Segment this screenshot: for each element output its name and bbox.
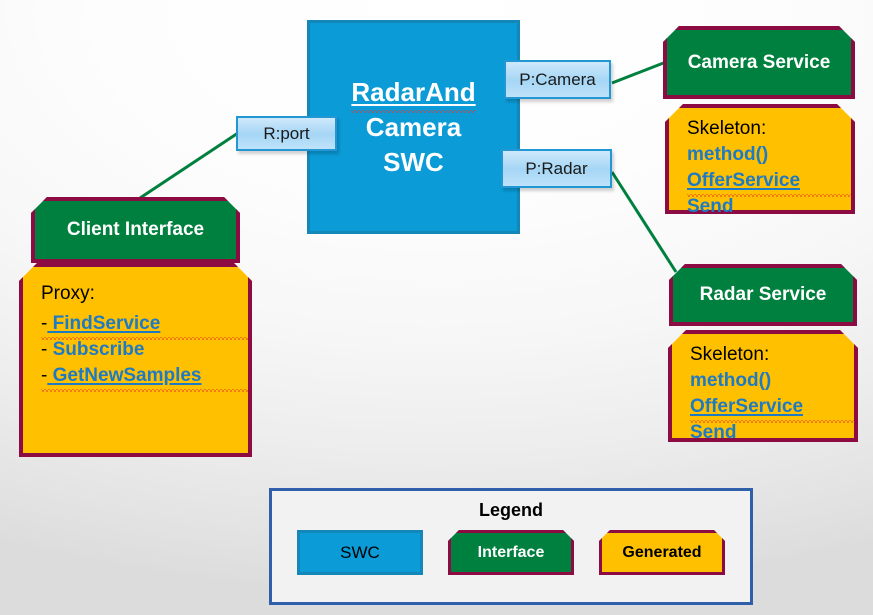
legend-swatch-swc: SWC (297, 530, 423, 575)
port-p-camera[interactable]: P:Camera (504, 60, 611, 99)
camera-skeleton-item-0: method() (687, 144, 769, 165)
legend-swatch-generated: Generated (599, 530, 725, 575)
connector-rport-to-client (139, 131, 239, 200)
radar-service-interface-box[interactable]: Radar Service (669, 264, 857, 326)
client-proxy-item-0-text: FindService (52, 313, 161, 334)
radar-skeleton-header: Skeleton: (690, 344, 770, 365)
legend-panel: Legend SWC Interface Generated (269, 488, 753, 605)
client-proxy-item-1: - Subscribe (41, 337, 248, 363)
diagram-canvas: RadarAnd Camera SWC R:port P:Camera P:Ra… (0, 0, 873, 615)
radar-service-label: Radar Service (699, 284, 827, 305)
legend-swatch-row: SWC Interface Generated (272, 530, 750, 575)
client-proxy-box[interactable]: Proxy: - FindService - Subscribe - GetNe… (19, 263, 252, 457)
port-p-camera-label: P:Camera (519, 69, 596, 89)
client-proxy-item-0: - FindService (41, 311, 248, 337)
connector-pcamera-to-camera (611, 60, 667, 85)
client-interface-box[interactable]: Client Interface (31, 197, 240, 263)
port-p-radar[interactable]: P:Radar (501, 149, 612, 188)
legend-swatch-interface: Interface (448, 530, 574, 575)
legend-swatch-interface-label: Interface (477, 543, 545, 561)
radar-service-skeleton-box[interactable]: Skeleton: method() OfferService Send (668, 330, 858, 442)
client-proxy-item-1-text: Subscribe (52, 339, 145, 360)
port-p-radar-label: P:Radar (525, 158, 588, 178)
client-proxy-item-1-dash: - (41, 339, 48, 360)
client-proxy-item-2-text: GetNewSamples (52, 365, 202, 386)
client-proxy-item-2: - GetNewSamples (41, 363, 248, 389)
legend-swatch-generated-label: Generated (622, 543, 702, 561)
legend-title: Legend (478, 500, 543, 520)
swc-title-line-3: SWC (383, 146, 444, 177)
swc-component-box[interactable]: RadarAnd Camera SWC (307, 20, 520, 234)
radar-skeleton-item-1: OfferService (690, 394, 854, 420)
swc-title-line-2: Camera (365, 111, 462, 142)
camera-service-label: Camera Service (687, 51, 831, 73)
legend-swatch-swc-label: SWC (340, 542, 380, 562)
camera-skeleton-header: Skeleton: (687, 118, 767, 139)
radar-skeleton-item-2: Send (690, 422, 737, 443)
client-proxy-item-0-dash: - (41, 313, 48, 334)
client-interface-label: Client Interface (66, 219, 205, 240)
client-proxy-item-2-dash: - (41, 365, 48, 386)
camera-skeleton-item-1: OfferService (687, 168, 851, 194)
client-proxy-header: Proxy: (41, 283, 95, 304)
camera-service-skeleton-box[interactable]: Skeleton: method() OfferService Send (665, 104, 855, 214)
camera-skeleton-item-2: Send (687, 196, 734, 217)
port-r-port-label: R:port (263, 123, 310, 143)
port-r-port[interactable]: R:port (236, 116, 337, 151)
swc-title-line-1: RadarAnd (351, 75, 476, 113)
radar-skeleton-item-0: method() (690, 370, 772, 391)
camera-service-interface-box[interactable]: Camera Service (663, 26, 855, 99)
